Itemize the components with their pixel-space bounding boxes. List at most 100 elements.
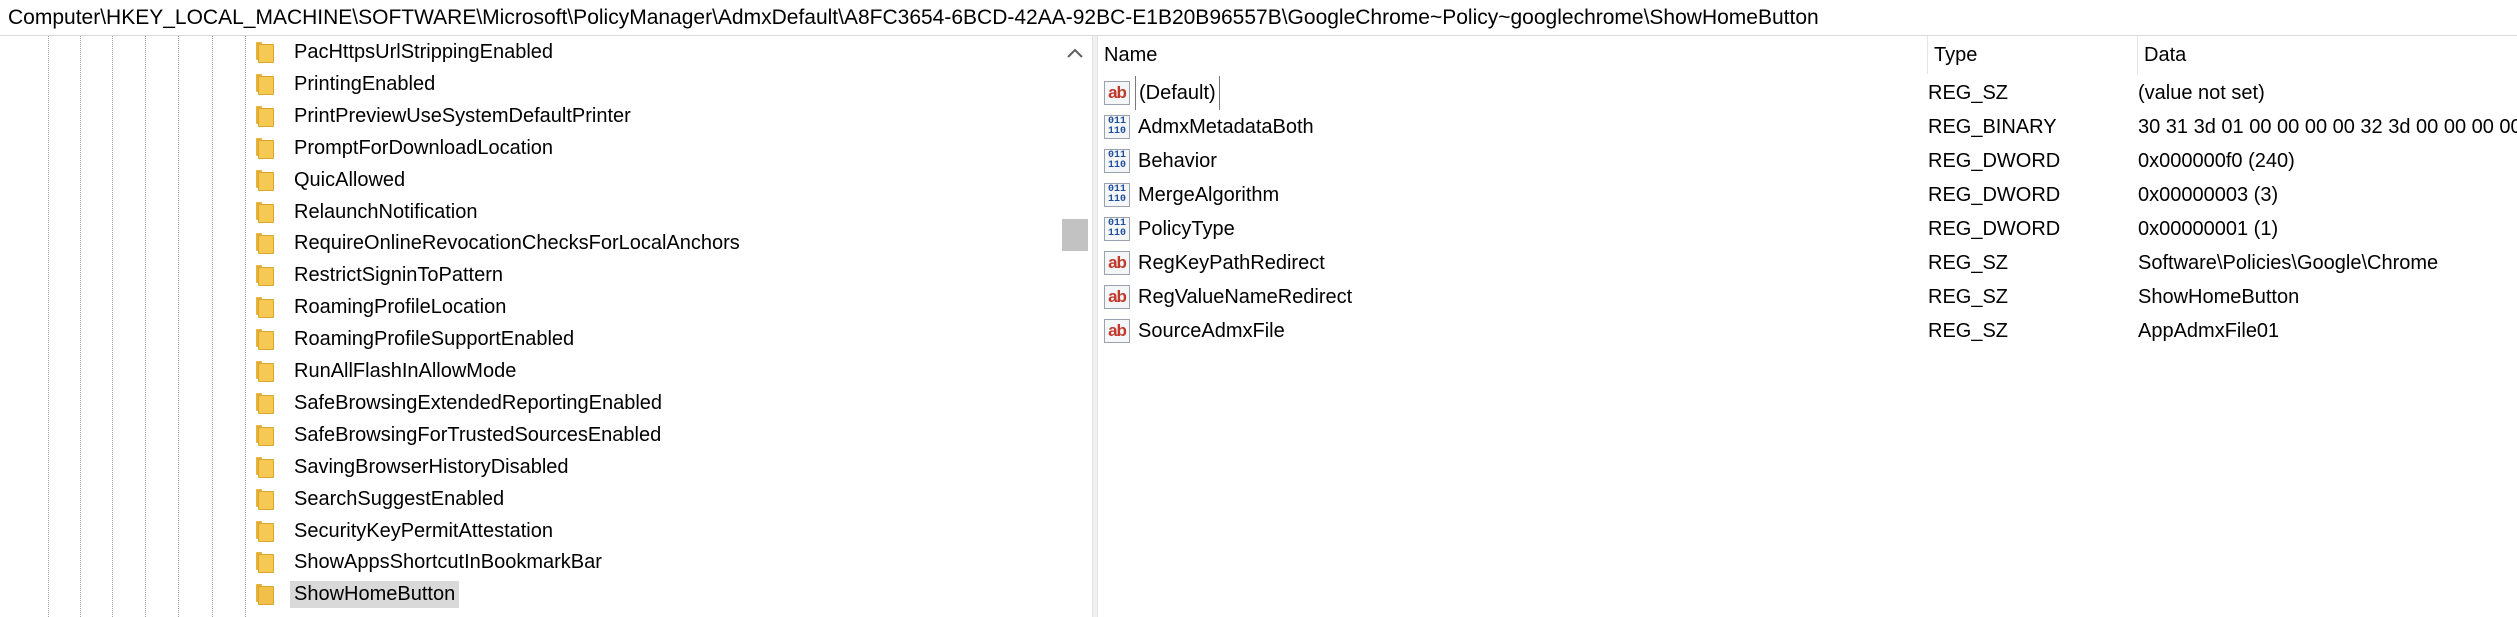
column-header-type[interactable]: Type: [1928, 36, 2138, 74]
folder-icon: [252, 578, 280, 610]
list-header: Name Type Data: [1098, 36, 2517, 74]
value-name-cell: ab RegKeyPathRedirect: [1104, 246, 1924, 280]
tree-item-label: RequireOnlineRevocationChecksForLocalAnc…: [294, 231, 740, 254]
value-row[interactable]: 011 110 MergeAlgorithm REG_DWORD 0x00000003…: [1098, 178, 2517, 212]
value-data: 30 31 3d 01 00 00 00 00 32 3d 00 00 00 0…: [2138, 116, 2517, 138]
value-data: AppAdmxFile01: [2138, 320, 2280, 342]
value-type: REG_DWORD: [1928, 184, 2061, 206]
value-row[interactable]: ab RegKeyPathRedirect REG_SZ Software\Polic…: [1098, 246, 2517, 280]
folder-icon: [252, 483, 280, 515]
value-name-cell: ab RegValueNameRedirect: [1104, 280, 1924, 314]
folder-icon: [252, 515, 280, 547]
tree-item[interactable]: PromptForDownloadLocation: [252, 132, 557, 164]
tree-item-label: SafeBrowsingExtendedReportingEnabled: [294, 391, 663, 414]
tree-item[interactable]: ShowAppsShortcutInBookmarkBar: [252, 546, 606, 578]
value-data: (value not set): [2138, 82, 2265, 104]
address-path[interactable]: Computer\HKEY_LOCAL_MACHINE\SOFTWARE\Mic…: [8, 5, 1819, 31]
value-row[interactable]: ab SourceAdmxFile REG_SZ AppAdmxFile01: [1098, 314, 2517, 348]
value-name: AdmxMetadataBoth: [1138, 116, 1314, 138]
tree-guide-line: [245, 36, 246, 617]
value-data: 0x00000003 (3): [2138, 184, 2279, 206]
tree-item[interactable]: PrintPreviewUseSystemDefaultPrinter: [252, 100, 635, 132]
tree-item-label: SavingBrowserHistoryDisabled: [294, 455, 569, 478]
value-name-cell: 011 110 Behavior: [1104, 144, 1924, 178]
tree-item-label: PromptForDownloadLocation: [294, 136, 554, 159]
values-list-pane[interactable]: Name Type Data ab (Default) REG_SZ (value n…: [1098, 36, 2517, 617]
value-name-cell: 011 110 AdmxMetadataBoth: [1104, 110, 1924, 144]
binary-value-icon: 011 110: [1104, 183, 1130, 207]
tree-item[interactable]: SearchSuggestEnabled: [252, 483, 508, 515]
value-name-cell: ab SourceAdmxFile: [1104, 314, 1924, 348]
binary-value-icon: 011 110: [1104, 217, 1130, 241]
tree-item[interactable]: RoamingProfileSupportEnabled: [252, 323, 578, 355]
folder-icon: [252, 387, 280, 419]
value-type: REG_SZ: [1928, 286, 2009, 308]
folder-icon: [252, 323, 280, 355]
tree-item[interactable]: RestrictSigninToPattern: [252, 259, 507, 291]
folder-icon: [252, 132, 280, 164]
column-header-name[interactable]: Name: [1098, 36, 1928, 74]
tree-item-label: RestrictSigninToPattern: [294, 263, 503, 286]
value-row[interactable]: 011 110 AdmxMetadataBoth REG_BINARY 30 31 3…: [1098, 110, 2517, 144]
column-header-data[interactable]: Data: [2138, 36, 2517, 74]
tree-item-label: SafeBrowsingForTrustedSourcesEnabled: [294, 423, 662, 446]
value-name-cell: ab (Default): [1104, 76, 1924, 110]
tree-item[interactable]: SafeBrowsingForTrustedSourcesEnabled: [252, 419, 665, 451]
tree-guide-line: [145, 36, 146, 617]
tree-guide-line: [48, 36, 49, 617]
value-name: RegKeyPathRedirect: [1138, 252, 1325, 274]
value-type: REG_DWORD: [1928, 150, 2061, 172]
tree-item-label: SearchSuggestEnabled: [294, 487, 505, 510]
folder-icon: [252, 546, 280, 578]
binary-value-icon: 011 110: [1104, 115, 1130, 139]
chevron-up-icon[interactable]: [1058, 36, 1092, 70]
value-data: 0x00000001 (1): [2138, 218, 2279, 240]
folder-icon: [252, 451, 280, 483]
tree-item[interactable]: PrintingEnabled: [252, 68, 439, 100]
value-type: REG_DWORD: [1928, 218, 2061, 240]
folder-icon: [252, 100, 280, 132]
tree-guide-line: [80, 36, 81, 617]
tree-item[interactable]: RelaunchNotification: [252, 196, 481, 228]
value-data: ShowHomeButton: [2138, 286, 2300, 308]
value-name: MergeAlgorithm: [1138, 184, 1280, 206]
value-name-cell: 011 110 MergeAlgorithm: [1104, 178, 1924, 212]
string-value-icon: ab: [1104, 251, 1130, 275]
value-data: Software\Policies\Google\Chrome: [2138, 252, 2439, 274]
value-row[interactable]: ab (Default) REG_SZ (value not set): [1098, 76, 2517, 110]
tree-item-label: ShowAppsShortcutInBookmarkBar: [294, 550, 602, 573]
string-value-icon: ab: [1104, 285, 1130, 309]
folder-icon: [252, 419, 280, 451]
tree-item[interactable]: ShowHomeButton: [252, 578, 460, 610]
value-row[interactable]: 011 110 Behavior REG_DWORD 0x000000f0 (240): [1098, 144, 2517, 178]
folder-icon: [252, 259, 280, 291]
tree-item[interactable]: RunAllFlashInAllowMode: [252, 355, 520, 387]
folder-icon: [252, 355, 280, 387]
tree-item[interactable]: QuicAllowed: [252, 164, 409, 196]
value-type: REG_BINARY: [1928, 116, 2057, 138]
tree-item[interactable]: PacHttpsUrlStrippingEnabled: [252, 36, 557, 68]
scroll-thumb[interactable]: [1062, 219, 1088, 251]
value-row[interactable]: ab RegValueNameRedirect REG_SZ ShowHomeButt…: [1098, 280, 2517, 314]
folder-icon: [252, 227, 280, 259]
value-name: Behavior: [1138, 150, 1217, 172]
folder-icon: [252, 68, 280, 100]
value-type: REG_SZ: [1928, 320, 2009, 342]
value-row[interactable]: 011 110 PolicyType REG_DWORD 0x00000001 (1): [1098, 212, 2517, 246]
value-name-cell: 011 110 PolicyType: [1104, 212, 1924, 246]
folder-icon: [252, 291, 280, 323]
tree-item[interactable]: SafeBrowsingExtendedReportingEnabled: [252, 387, 666, 419]
folder-icon: [252, 36, 280, 68]
value-data: 0x000000f0 (240): [2138, 150, 2295, 172]
key-tree-pane[interactable]: PacHttpsUrlStrippingEnabled PrintingEnabl…: [0, 36, 1092, 617]
tree-item[interactable]: SecurityKeyPermitAttestation: [252, 515, 557, 547]
value-type: REG_SZ: [1928, 82, 2009, 104]
folder-icon: [252, 196, 280, 228]
tree-item[interactable]: RequireOnlineRevocationChecksForLocalAnc…: [252, 227, 744, 259]
string-value-icon: ab: [1104, 319, 1130, 343]
value-name: SourceAdmxFile: [1138, 320, 1285, 342]
address-bar[interactable]: Computer\HKEY_LOCAL_MACHINE\SOFTWARE\Mic…: [0, 0, 2517, 36]
tree-item[interactable]: RoamingProfileLocation: [252, 291, 510, 323]
tree-scrollbar[interactable]: [1058, 36, 1092, 617]
tree-item[interactable]: SavingBrowserHistoryDisabled: [252, 451, 573, 483]
